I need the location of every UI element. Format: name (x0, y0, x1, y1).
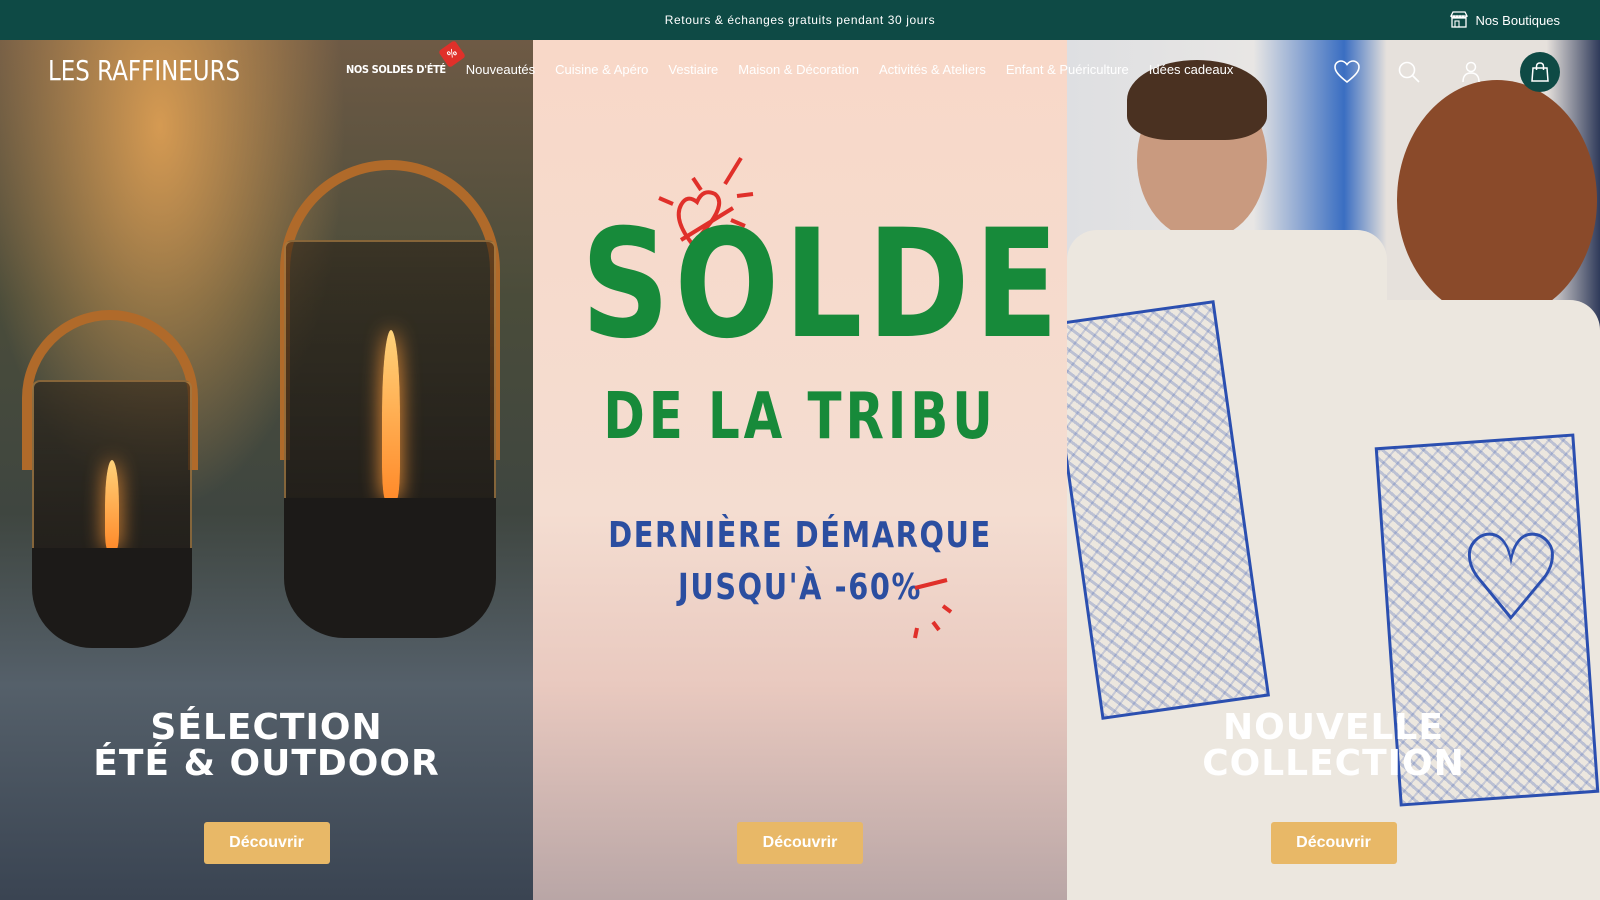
panel-new-collection[interactable]: ♡ NOUVELLE COLLECTION Découvrir (1067, 40, 1600, 900)
nav-item-wardrobe[interactable]: Vestiaire (668, 62, 718, 77)
collection-caption-line2: COLLECTION (1202, 743, 1465, 784)
hero-panels: SÉLECTION ÉTÉ & OUTDOOR Découvrir SOLDES… (0, 40, 1600, 900)
cart-button[interactable] (1520, 52, 1560, 92)
outdoor-caption: SÉLECTION ÉTÉ & OUTDOOR (0, 710, 533, 782)
panel-sale[interactable]: SOLDES DE LA TRIBU DERNIÈRE DÉMARQUE JUS… (533, 40, 1067, 900)
announcement-bar: Retours & échanges gratuits pendant 30 j… (0, 0, 1600, 40)
search-icon[interactable] (1396, 59, 1422, 85)
woman-hair-image (1397, 80, 1597, 320)
main-nav: NOS SOLDES D'ÉTÉ % Nouveautés Cuisine & … (346, 40, 1234, 77)
nav-item-kitchen[interactable]: Cuisine & Apéro (555, 62, 648, 77)
heart-icon[interactable] (1334, 59, 1360, 85)
sale-title: SOLDES (581, 198, 1067, 372)
sale-discover-button[interactable]: Découvrir (737, 822, 863, 864)
nav-item-new[interactable]: Nouveautés (466, 62, 535, 77)
brand-logo[interactable]: LES RAFFINEURS (48, 54, 240, 87)
sale-subtitle: DE LA TRIBU (603, 380, 997, 454)
collection-discover-button[interactable]: Découvrir (1270, 822, 1397, 864)
stores-label: Nos Boutiques (1475, 12, 1560, 28)
small-lantern-image (10, 310, 210, 690)
outdoor-discover-button[interactable]: Découvrir (203, 822, 330, 864)
outdoor-caption-line2: ÉTÉ & OUTDOOR (93, 743, 440, 784)
collection-caption-line1: NOUVELLE (1223, 707, 1444, 748)
heart-print-icon: ♡ (1457, 510, 1565, 649)
stores-link[interactable]: Nos Boutiques (1449, 0, 1560, 40)
announcement-text: Retours & échanges gratuits pendant 30 j… (664, 13, 936, 27)
store-icon (1449, 10, 1469, 31)
nav-item-kids[interactable]: Enfant & Puériculture (1006, 62, 1129, 77)
nav-item-home-decor[interactable]: Maison & Décoration (738, 62, 859, 77)
nav-item-gift-ideas[interactable]: Idées cadeaux (1149, 62, 1234, 77)
nav-item-activities[interactable]: Activités & Ateliers (879, 62, 986, 77)
sale-artwork: SOLDES DE LA TRIBU DERNIÈRE DÉMARQUE JUS… (533, 40, 1067, 900)
sale-line1: DERNIÈRE DÉMARQUE (608, 515, 992, 556)
outdoor-caption-line1: SÉLECTION (150, 707, 383, 748)
bag-icon (1531, 62, 1549, 82)
panel-outdoor[interactable]: SÉLECTION ÉTÉ & OUTDOOR Découvrir (0, 40, 533, 900)
collection-caption: NOUVELLE COLLECTION (1067, 710, 1600, 782)
nav-item-summer-sale[interactable]: NOS SOLDES D'ÉTÉ % (346, 40, 466, 77)
header-actions (1334, 52, 1560, 92)
spark-doodle-icon (913, 578, 953, 639)
site-header: LES RAFFINEURS NOS SOLDES D'ÉTÉ % Nouvea… (0, 40, 1600, 104)
large-lantern-image (270, 160, 510, 690)
nav-item-label: NOS SOLDES D'ÉTÉ (346, 63, 446, 76)
user-icon[interactable] (1458, 59, 1484, 85)
